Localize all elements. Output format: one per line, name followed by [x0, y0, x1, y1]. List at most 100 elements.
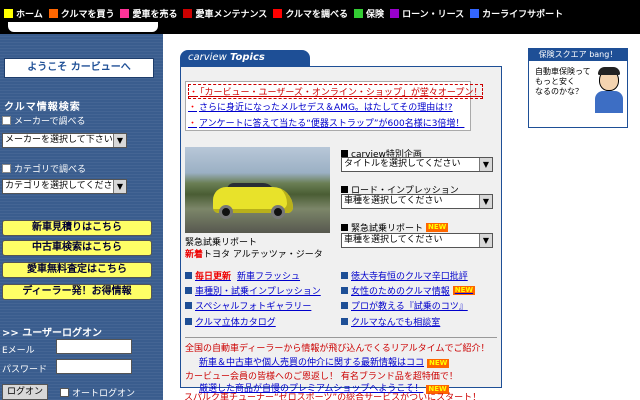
new-badge: NEW — [426, 223, 449, 232]
maker-select[interactable]: メーカーを選択して下さい ▼ — [2, 133, 127, 148]
nav-item-label: ホーム — [16, 9, 43, 20]
nav-color-square-icon — [48, 8, 58, 18]
square-bullet-icon — [185, 287, 192, 294]
insurance-ad[interactable]: 保険スクエア bang！ 自動車保険って もっと安く なるのかな？ — [528, 48, 628, 128]
welcome-banner[interactable]: ようこそ カービューへ — [4, 58, 154, 78]
category-radio-label: カテゴリで調べる — [14, 165, 87, 175]
category-select[interactable]: カテゴリを選択してください ▼ — [2, 179, 127, 194]
photo-caption-model[interactable]: 新着トヨタ アルテッツァ・ジータ — [185, 247, 323, 260]
bottom-link-text: 新車＆中古車や個人売買の仲介に関する最新情報はココ — [199, 358, 425, 368]
road-select-value: 車種を選択してください — [344, 196, 443, 206]
nav-item-6[interactable]: ローン・リース — [390, 6, 464, 20]
nav-item-label: ローン・リース — [402, 9, 465, 20]
top-navigation: ホーム クルマを買う 愛車を売る 愛車メンテナンス クルマを調べる 保険 ローン・リース カー… — [0, 0, 640, 22]
link-test-impression[interactable]: 車種別・試乗インプレッション — [185, 284, 321, 297]
nav-color-square-icon — [4, 8, 13, 18]
nav-color-square-icon — [470, 8, 480, 18]
maker-radio[interactable]: メーカーで調べる — [2, 114, 85, 127]
chevron-down-icon[interactable]: ▼ — [479, 158, 492, 171]
link-photo-gallery[interactable]: スペシャルフォトギャラリー — [185, 299, 311, 312]
new-badge: NEW — [452, 286, 476, 295]
chevron-down-icon[interactable]: ▼ — [113, 180, 126, 193]
nav-item-5[interactable]: 保険 — [354, 6, 384, 20]
chevron-down-icon[interactable]: ▼ — [479, 234, 492, 247]
new-car-quote-button[interactable]: 新車見積りはこちら — [2, 220, 152, 236]
link-women-info[interactable]: 女性のためのクルマ情報 NEW — [341, 284, 476, 297]
car-wheel — [271, 205, 285, 219]
chevron-down-icon[interactable]: ▼ — [113, 134, 126, 147]
nav-item-3[interactable]: 愛車メンテナンス — [183, 6, 267, 20]
bottom-info: 全国の自動車ディーラーから情報が飛び込んでくるリアルタイムでご紹介！ — [185, 344, 490, 354]
square-bullet-icon — [185, 302, 192, 309]
topics-tab-prefix: carview — [188, 52, 227, 63]
free-appraisal-button[interactable]: 愛車無料査定はこちら — [2, 262, 152, 278]
photo-model-name: トヨタ アルテッツァ・ジータ — [203, 250, 323, 260]
square-bullet-icon — [341, 224, 348, 231]
link-prefix: 毎日更新 — [195, 272, 232, 282]
road-select[interactable]: 車種を選択してください ▼ — [341, 194, 493, 209]
topics-tab-title: Topics — [229, 52, 265, 63]
chevron-down-icon[interactable]: ▼ — [479, 195, 492, 208]
auto-login-checkbox[interactable]: オートログオン — [60, 386, 135, 399]
urgent-select[interactable]: 車種を選択してください ▼ — [341, 233, 493, 248]
nav-color-square-icon — [273, 8, 283, 18]
ad-line: もっと安く — [535, 77, 575, 86]
nav-color-square-icon — [183, 8, 193, 18]
nav-item-7[interactable]: カーライフサポート — [470, 6, 563, 20]
login-button[interactable]: ログオン — [2, 384, 48, 400]
news-item[interactable]: ・さらに身近になったメルセデス＆AMG。はたしてその理由は!? — [188, 100, 453, 113]
car-wheel — [219, 205, 233, 219]
link-text: 女性のためのクルマ情報 — [351, 287, 450, 297]
link-new-car-flash[interactable]: 毎日更新 新車フラッシュ — [185, 269, 300, 282]
car-photo[interactable] — [185, 147, 330, 233]
auto-login-label: オートログオン — [72, 389, 136, 399]
nav-color-square-icon — [120, 8, 130, 18]
nav-item-label: 保険 — [366, 9, 385, 20]
square-bullet-icon — [341, 150, 348, 157]
divider — [185, 337, 497, 338]
urgent-select-value: 車種を選択してください — [344, 235, 443, 245]
used-car-search-button[interactable]: 中古車検索はこちら — [2, 240, 152, 256]
login-title: >> ユーザーログオン — [2, 328, 103, 339]
login-title-text: ユーザーログオン — [22, 328, 103, 339]
email-label: Eメール — [2, 346, 35, 356]
category-select-value: カテゴリを選択してください — [5, 181, 122, 191]
ad-text: 自動車保険って もっと安く なるのかな？ — [535, 67, 591, 97]
ad-line: なるのかな？ — [535, 87, 583, 96]
category-radio[interactable]: カテゴリで調べる — [2, 162, 86, 175]
radio-icon[interactable] — [2, 164, 11, 173]
nav-color-square-icon — [390, 8, 400, 18]
email-field[interactable] — [56, 339, 132, 354]
checkbox-icon[interactable] — [60, 388, 69, 397]
ad-header: 保険スクエア bang！ — [529, 49, 627, 61]
nav-item-label: カーライフサポート — [482, 9, 564, 20]
nav-item-1[interactable]: クルマを買う — [48, 6, 114, 20]
link-3d-catalog[interactable]: クルマ立体カタログ — [185, 315, 276, 328]
password-label: パスワード — [2, 365, 48, 375]
news-text: 「カービュー・ユーザーズ・オンライン・ショップ」が堂々オープン！ — [200, 88, 483, 98]
bottom-link[interactable]: 新車＆中古車や個人売買の仲介に関する最新情報はココ NEW — [199, 355, 450, 368]
square-bullet-icon — [341, 287, 348, 294]
link-text: プロが教える『試乗のコツ』 — [351, 302, 468, 312]
news-text: アンケートに答えて当たる“便器ストラップ”が600名様に3倍増！ — [199, 119, 465, 129]
news-text: さらに身近になったメルセデス＆AMG。はたしてその理由は!? — [199, 103, 453, 113]
link-consultation[interactable]: クルマなんでも相談室 — [341, 315, 440, 328]
link-test-tips[interactable]: プロが教える『試乗のコツ』 — [341, 299, 468, 312]
nav-item-4[interactable]: クルマを調べる — [273, 6, 348, 20]
link-text: 徳大寺有恒のクルマ辛口批評 — [351, 272, 468, 282]
radio-icon[interactable] — [2, 116, 11, 125]
maker-select-value: メーカーを選択して下さい — [5, 135, 113, 145]
square-bullet-icon — [341, 302, 348, 309]
link-critic[interactable]: 徳大寺有恒のクルマ辛口批評 — [341, 269, 468, 282]
nav-item-0[interactable]: ホーム — [4, 6, 43, 20]
dealer-info-button[interactable]: ディーラー発！お得情報 — [2, 284, 152, 300]
password-field[interactable] — [56, 359, 132, 374]
link-text: クルマなんでも相談室 — [351, 318, 441, 328]
sub-header-bar — [0, 22, 640, 34]
nav-item-2[interactable]: 愛車を売る — [120, 6, 177, 20]
square-bullet-icon — [185, 318, 192, 325]
news-item[interactable]: ・アンケートに答えて当たる“便器ストラップ”が600名様に3倍増！ — [188, 116, 464, 129]
news-item[interactable]: ・「カービュー・ユーザーズ・オンライン・ショップ」が堂々オープン！ — [188, 84, 484, 99]
special-select-value: タイトルを選択してください — [344, 159, 461, 169]
special-select[interactable]: タイトルを選択してください ▼ — [341, 157, 493, 172]
